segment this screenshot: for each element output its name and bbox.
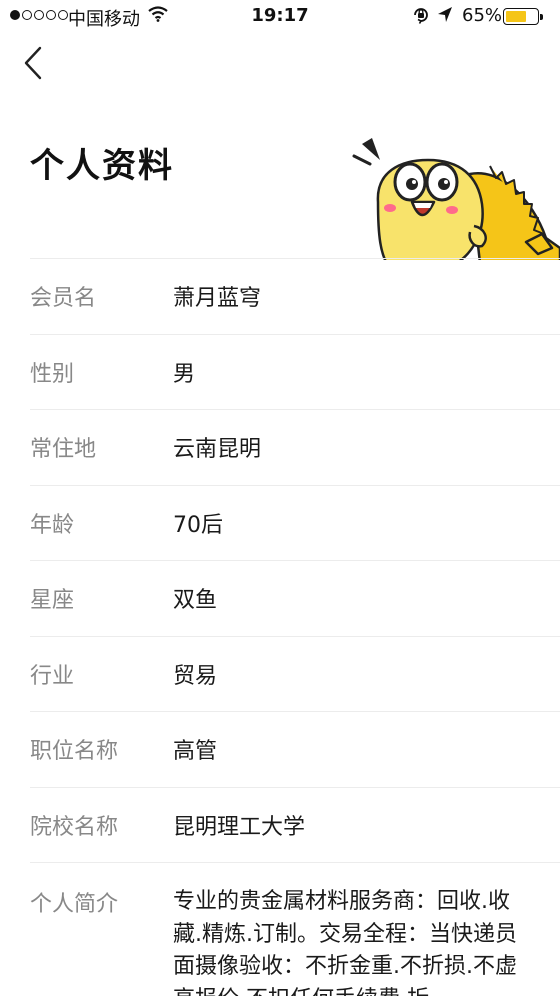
status-bar: 中国移动 19:17 65% bbox=[0, 0, 560, 32]
profile-row-residence: 常住地 云南昆明 bbox=[30, 409, 560, 485]
field-value: 昆明理工大学 bbox=[173, 814, 306, 840]
profile-list: 会员名 萧月蓝穹 性别 男 常住地 云南昆明 年龄 70后 星座 双鱼 行业 贸… bbox=[30, 258, 560, 996]
bio-text: 专业的贵金属材料服务商：回收.收藏.精炼.订制。交易全程：当快递员面摄像验收：不… bbox=[173, 889, 517, 996]
profile-row-bio: 个人简介 专业的贵金属材料服务商：回收.收藏.精炼.订制。交易全程：当快递员面摄… bbox=[30, 862, 560, 996]
field-value: 萧月蓝穹 bbox=[173, 286, 262, 312]
profile-row-industry: 行业 贸易 bbox=[30, 635, 560, 712]
field-label: 会员名 bbox=[30, 286, 97, 312]
field-value: 男 bbox=[173, 361, 196, 387]
battery-percentage: 65% bbox=[462, 5, 503, 26]
profile-row-school: 院校名称 昆明理工大学 bbox=[30, 786, 560, 863]
battery-icon bbox=[503, 8, 543, 25]
field-label: 常住地 bbox=[30, 437, 97, 463]
excitement-mark-icon bbox=[362, 138, 380, 160]
page-title: 个人资料 bbox=[30, 146, 174, 186]
field-value: 70后 bbox=[173, 512, 223, 538]
field-label: 个人简介 bbox=[30, 892, 119, 917]
field-label: 性别 bbox=[30, 361, 75, 387]
field-value: 双鱼 bbox=[173, 588, 218, 614]
chevron-left-icon bbox=[24, 46, 42, 80]
rotation-lock-icon bbox=[412, 6, 430, 29]
field-value: 贸易 bbox=[173, 663, 218, 689]
field-label: 职位名称 bbox=[30, 739, 119, 765]
field-label: 星座 bbox=[30, 588, 75, 614]
profile-row-job-title: 职位名称 高管 bbox=[30, 711, 560, 787]
field-value: 云南昆明 bbox=[173, 437, 262, 463]
field-label: 行业 bbox=[30, 663, 75, 689]
profile-row-zodiac: 星座 双鱼 bbox=[30, 560, 560, 636]
field-value: 高管 bbox=[173, 739, 218, 765]
profile-row-member-name: 会员名 萧月蓝穹 bbox=[30, 258, 560, 334]
profile-row-age: 年龄 70后 bbox=[30, 484, 560, 561]
field-label: 院校名称 bbox=[30, 814, 119, 840]
back-button[interactable] bbox=[18, 42, 58, 84]
mascot-illustration bbox=[350, 138, 560, 260]
field-label: 年龄 bbox=[30, 512, 75, 538]
location-arrow-icon bbox=[437, 6, 453, 29]
profile-row-gender: 性别 男 bbox=[30, 333, 560, 410]
